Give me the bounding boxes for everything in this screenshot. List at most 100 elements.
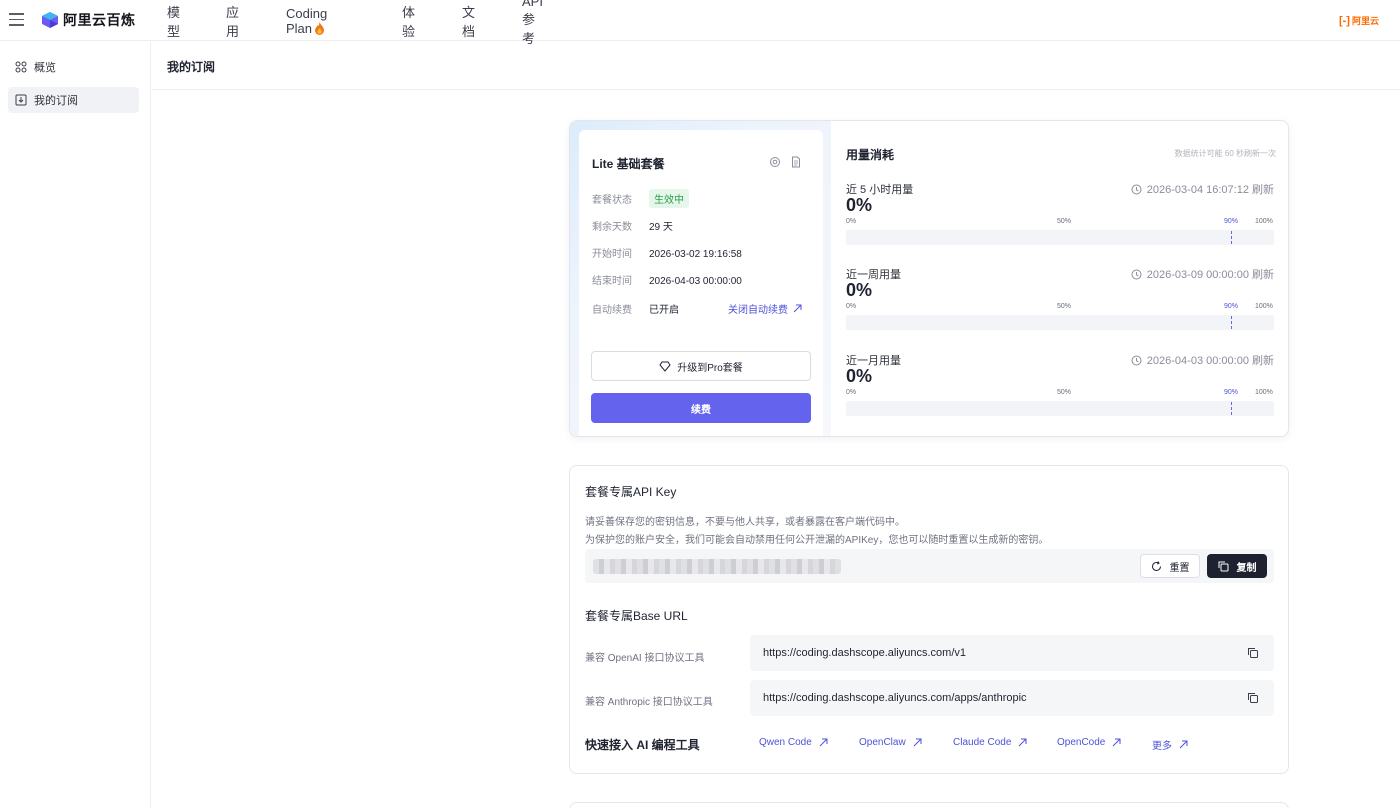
- plan-remaining-key: 剩余天数: [592, 222, 632, 233]
- next-card: [569, 802, 1289, 808]
- external-arrow-icon: [1019, 738, 1027, 747]
- grid-icon: [15, 61, 27, 73]
- api-key-card: 套餐专属API Key 请妥善保存您的密钥信息，不要与他人共享，或者暴露在客户端…: [569, 465, 1289, 774]
- nav-item-models[interactable]: 模型: [167, 2, 180, 40]
- quick-link-openclaw[interactable]: OpenClaw: [859, 737, 922, 748]
- usage-title: 用量消耗: [846, 148, 895, 162]
- quick-link-qwen-code[interactable]: Qwen Code: [759, 737, 828, 748]
- plan-actions: [769, 156, 802, 168]
- sidebar-item-label: 概览: [34, 62, 56, 74]
- usage-refresh-time: 2026-03-04 16:07:12 刷新: [1131, 181, 1274, 197]
- refresh-icon: [1151, 560, 1161, 571]
- reset-key-button[interactable]: 重置: [1140, 554, 1200, 578]
- brand-logo-icon: [42, 12, 58, 28]
- upgrade-pro-button[interactable]: 升级到Pro套餐: [591, 351, 811, 381]
- usage-refresh-time-text: 2026-04-03 00:00:00 刷新: [1146, 355, 1274, 367]
- usage-ticks: 0% 50% 90% 100%: [846, 303, 1274, 313]
- nav-item-api-reference[interactable]: API 参考: [522, 0, 543, 47]
- tick-0: 0%: [846, 303, 857, 310]
- status-badge: 生效中: [649, 189, 689, 208]
- close-auto-renew-label: 关闭自动续费: [728, 305, 788, 316]
- usage-percent: 0%: [846, 366, 873, 386]
- menu-icon[interactable]: [9, 13, 24, 26]
- copy-icon[interactable]: [1247, 692, 1259, 704]
- anthropic-url-value[interactable]: https://coding.dashscope.aliyuncs.com/ap…: [763, 692, 1027, 704]
- sidebar-item-label: 我的订阅: [34, 95, 78, 107]
- page-title: 我的订阅: [167, 60, 216, 74]
- close-auto-renew-link[interactable]: 关闭自动续费: [728, 301, 802, 316]
- usage-block-5h: 近 5 小时用量 2026-03-04 16:07:12 刷新 0% 0% 50…: [846, 181, 1274, 261]
- usage-percent: 0%: [846, 280, 873, 300]
- brand-logo[interactable]: 阿里云百炼: [41, 10, 136, 30]
- tick-100: 100%: [1255, 218, 1273, 225]
- flame-icon: [315, 21, 325, 35]
- tick-100: 100%: [1255, 303, 1273, 310]
- tick-100: 100%: [1255, 389, 1273, 396]
- plan-panel: Lite 基础套餐 套餐状态 生效中 剩余天数 29 天 开始时间 2026-03-0…: [570, 121, 831, 436]
- plan-start-row: 开始时间 2026-03-02 19:16:58: [592, 245, 742, 260]
- copy-key-button[interactable]: 复制: [1207, 554, 1267, 578]
- api-key-security-note: 为保护您的账户安全，我们可能会自动禁用任何公开泄漏的APIKey，您也可以随时重…: [585, 535, 1049, 546]
- usage-ticks: 0% 50% 90% 100%: [846, 218, 1274, 228]
- aliyun-logo-icon: [-]: [1338, 14, 1350, 27]
- usage-progress-bar: [846, 401, 1274, 416]
- copy-icon: [1218, 561, 1228, 571]
- quick-link-opencode[interactable]: OpenCode: [1057, 737, 1121, 748]
- plan-end-key: 结束时间: [592, 276, 632, 287]
- subscription-card: Lite 基础套餐 套餐状态 生效中 剩余天数 29 天 开始时间 2026-03-0…: [569, 120, 1289, 437]
- tick-50: 50%: [1057, 303, 1072, 310]
- threshold-90-marker: [1231, 231, 1232, 244]
- usage-block-week: 近一周用量 2026-03-09 00:00:00 刷新 0% 0% 50% 9…: [846, 266, 1274, 346]
- quick-link-label: OpenCode: [1057, 737, 1106, 748]
- reset-key-label: 重置: [1169, 562, 1190, 574]
- brand-name: 阿里云百炼: [63, 12, 136, 28]
- usage-progress-bar: [846, 315, 1274, 330]
- usage-ticks: 0% 50% 90% 100%: [846, 389, 1274, 399]
- sidebar-item-overview[interactable]: 概览: [8, 54, 139, 80]
- aliyun-brand[interactable]: [-] 阿里云: [1339, 14, 1379, 27]
- usage-refresh-time-text: 2026-03-04 16:07:12 刷新: [1146, 184, 1274, 196]
- subscription-icon: [15, 94, 27, 106]
- external-arrow-icon: [793, 304, 802, 313]
- tick-0: 0%: [846, 389, 857, 396]
- aliyun-brand-text: 阿里云: [1351, 16, 1379, 26]
- plan-status-key: 套餐状态: [592, 195, 632, 206]
- api-key-field: 重置 复制: [585, 549, 1274, 583]
- clock-icon: [1131, 355, 1142, 365]
- renew-button[interactable]: 续费: [591, 393, 811, 423]
- clock-icon: [1131, 184, 1142, 194]
- tick-90: 90%: [1224, 389, 1239, 396]
- usage-panel: 用量消耗 数据统计可能 60 秒刷新一次 近 5 小时用量 2026-03-04…: [846, 121, 1276, 436]
- quick-link-more[interactable]: 更多: [1152, 737, 1188, 752]
- nav-item-docs[interactable]: 文档: [462, 2, 475, 40]
- openai-url-field: https://coding.dashscope.aliyuncs.com/v1: [750, 635, 1274, 671]
- plan-start-key: 开始时间: [592, 249, 632, 260]
- document-icon[interactable]: [790, 156, 802, 168]
- threshold-90-marker: [1231, 316, 1232, 329]
- tick-50: 50%: [1057, 389, 1072, 396]
- settings-icon[interactable]: [769, 156, 781, 168]
- plan-remaining-value: 29 天: [649, 222, 673, 233]
- nav-item-coding-plan[interactable]: Coding Plan: [286, 6, 327, 36]
- usage-percent: 0%: [846, 195, 873, 215]
- copy-icon[interactable]: [1247, 647, 1259, 659]
- openai-url-value[interactable]: https://coding.dashscope.aliyuncs.com/v1: [763, 647, 966, 659]
- usage-progress-bar: [846, 230, 1274, 245]
- plan-end-value: 2026-04-03 00:00:00: [649, 276, 742, 287]
- nav-item-experience[interactable]: 体验: [402, 2, 415, 40]
- threshold-90-marker: [1231, 402, 1232, 415]
- diamond-icon: [659, 361, 671, 372]
- api-key-title: 套餐专属API Key: [585, 485, 677, 499]
- tick-90: 90%: [1224, 303, 1239, 310]
- sidebar-item-subscription[interactable]: 我的订阅: [8, 87, 139, 113]
- upgrade-pro-label: 升级到Pro套餐: [677, 362, 743, 374]
- plan-auto-renew-value: 已开启: [649, 305, 679, 316]
- sidebar: 概览 我的订阅: [0, 42, 151, 808]
- clock-icon: [1131, 269, 1142, 279]
- nav-item-apps[interactable]: 应用: [226, 2, 239, 40]
- plan-title: Lite 基础套餐: [592, 157, 665, 171]
- quick-link-claude-code[interactable]: Claude Code: [953, 737, 1027, 748]
- external-arrow-icon: [913, 738, 922, 747]
- usage-refresh-time: 2026-04-03 00:00:00 刷新: [1131, 352, 1274, 368]
- plan-info: Lite 基础套餐 套餐状态 生效中 剩余天数 29 天 开始时间 2026-03-0…: [579, 130, 823, 436]
